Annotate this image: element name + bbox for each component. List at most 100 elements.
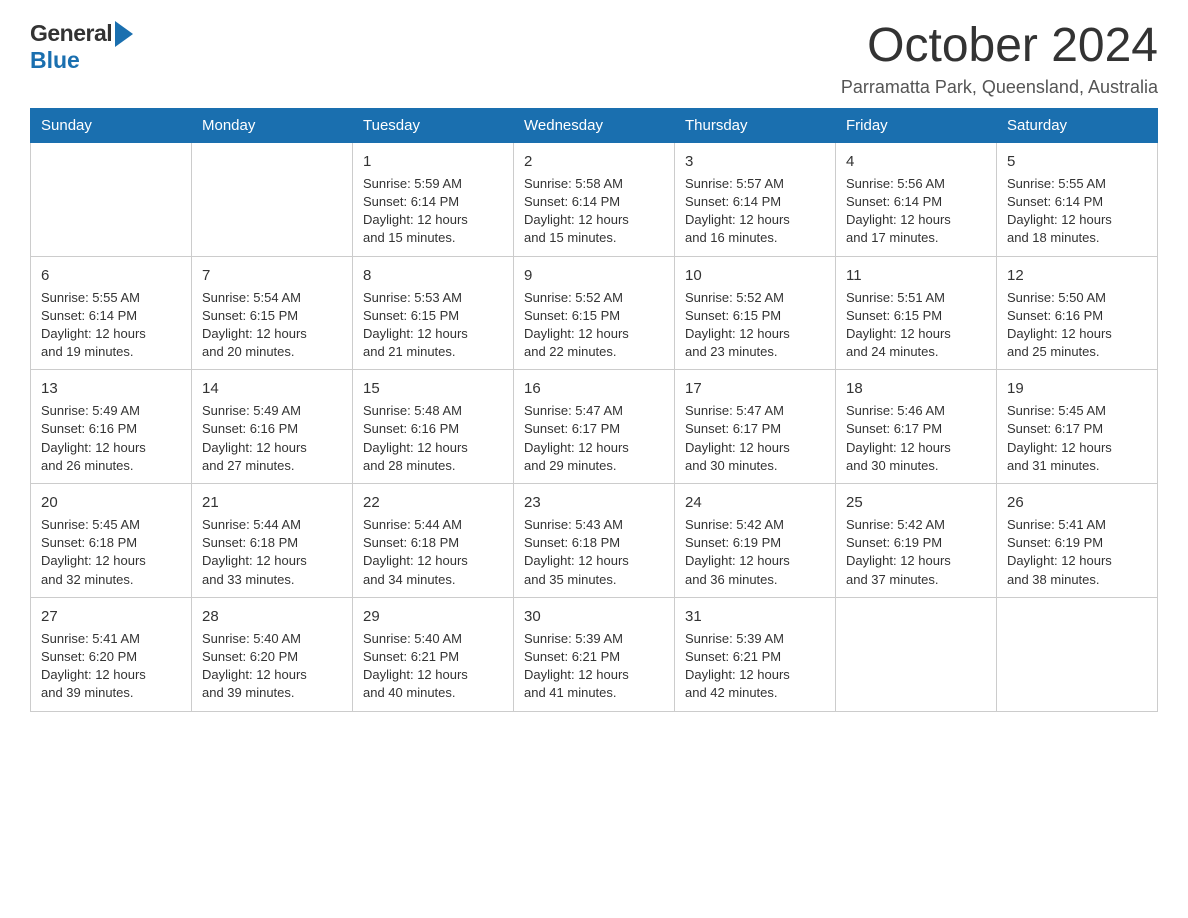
day-info: Sunrise: 5:56 AM Sunset: 6:14 PM Dayligh… [846, 175, 986, 248]
day-header-wednesday: Wednesday [514, 108, 675, 142]
calendar-cell: 4 Sunrise: 5:56 AM Sunset: 6:14 PM Daylig… [836, 142, 997, 256]
day-info: Sunrise: 5:44 AM Sunset: 6:18 PM Dayligh… [202, 516, 342, 589]
calendar-cell: 6 Sunrise: 5:55 AM Sunset: 6:14 PM Daylig… [31, 256, 192, 370]
calendar-cell: 27Sunrise: 5:41 AM Sunset: 6:20 PM Dayli… [31, 597, 192, 711]
day-info: Sunrise: 5:49 AM Sunset: 6:16 PM Dayligh… [41, 402, 181, 475]
day-number: 14 [202, 378, 342, 399]
day-number: 10 [685, 265, 825, 286]
location-subtitle: Parramatta Park, Queensland, Australia [841, 77, 1158, 98]
day-info: Sunrise: 5:44 AM Sunset: 6:18 PM Dayligh… [363, 516, 503, 589]
day-number: 31 [685, 606, 825, 627]
calendar-week-row: 13 Sunrise: 5:49 AM Sunset: 6:16 PM Dayli… [31, 370, 1158, 484]
calendar-week-row: 1 Sunrise: 5:59 AM Sunset: 6:14 PM Daylig… [31, 142, 1158, 256]
day-number: 19 [1007, 378, 1147, 399]
day-number: 3 [685, 151, 825, 172]
day-number: 28 [202, 606, 342, 627]
day-info: Sunrise: 5:55 AM Sunset: 6:14 PM Dayligh… [41, 289, 181, 362]
calendar-cell: 14 Sunrise: 5:49 AM Sunset: 6:16 PM Dayli… [192, 370, 353, 484]
day-info: Sunrise: 5:49 AM Sunset: 6:16 PM Dayligh… [202, 402, 342, 475]
day-number: 22 [363, 492, 503, 513]
calendar-cell: 18 Sunrise: 5:46 AM Sunset: 6:17 PM Dayli… [836, 370, 997, 484]
calendar-cell: 25Sunrise: 5:42 AM Sunset: 6:19 PM Dayli… [836, 484, 997, 598]
day-number: 5 [1007, 151, 1147, 172]
day-info: Sunrise: 5:39 AM Sunset: 6:21 PM Dayligh… [524, 630, 664, 703]
day-number: 6 [41, 265, 181, 286]
day-header-saturday: Saturday [997, 108, 1158, 142]
calendar-cell: 17 Sunrise: 5:47 AM Sunset: 6:17 PM Dayli… [675, 370, 836, 484]
day-info: Sunrise: 5:52 AM Sunset: 6:15 PM Dayligh… [685, 289, 825, 362]
calendar-cell: 7Sunrise: 5:54 AM Sunset: 6:15 PM Daylig… [192, 256, 353, 370]
day-number: 12 [1007, 265, 1147, 286]
day-number: 17 [685, 378, 825, 399]
calendar-cell [192, 142, 353, 256]
day-number: 15 [363, 378, 503, 399]
day-info: Sunrise: 5:51 AM Sunset: 6:15 PM Dayligh… [846, 289, 986, 362]
day-info: Sunrise: 5:52 AM Sunset: 6:15 PM Dayligh… [524, 289, 664, 362]
day-info: Sunrise: 5:57 AM Sunset: 6:14 PM Dayligh… [685, 175, 825, 248]
logo: General Blue [30, 20, 133, 74]
day-info: Sunrise: 5:50 AM Sunset: 6:16 PM Dayligh… [1007, 289, 1147, 362]
calendar-cell [31, 142, 192, 256]
calendar-cell: 8Sunrise: 5:53 AM Sunset: 6:15 PM Daylig… [353, 256, 514, 370]
day-header-friday: Friday [836, 108, 997, 142]
day-number: 24 [685, 492, 825, 513]
day-info: Sunrise: 5:58 AM Sunset: 6:14 PM Dayligh… [524, 175, 664, 248]
day-info: Sunrise: 5:46 AM Sunset: 6:17 PM Dayligh… [846, 402, 986, 475]
day-number: 1 [363, 151, 503, 172]
day-number: 23 [524, 492, 664, 513]
calendar-cell: 9 Sunrise: 5:52 AM Sunset: 6:15 PM Daylig… [514, 256, 675, 370]
day-number: 20 [41, 492, 181, 513]
calendar-week-row: 27Sunrise: 5:41 AM Sunset: 6:20 PM Dayli… [31, 597, 1158, 711]
calendar-cell: 24 Sunrise: 5:42 AM Sunset: 6:19 PM Dayli… [675, 484, 836, 598]
day-number: 30 [524, 606, 664, 627]
day-header-tuesday: Tuesday [353, 108, 514, 142]
day-info: Sunrise: 5:39 AM Sunset: 6:21 PM Dayligh… [685, 630, 825, 703]
day-info: Sunrise: 5:40 AM Sunset: 6:20 PM Dayligh… [202, 630, 342, 703]
day-number: 2 [524, 151, 664, 172]
day-number: 13 [41, 378, 181, 399]
day-info: Sunrise: 5:45 AM Sunset: 6:18 PM Dayligh… [41, 516, 181, 589]
page-header: General Blue October 2024 Parramatta Par… [30, 20, 1158, 98]
calendar-cell: 2 Sunrise: 5:58 AM Sunset: 6:14 PM Daylig… [514, 142, 675, 256]
calendar-cell: 10 Sunrise: 5:52 AM Sunset: 6:15 PM Dayli… [675, 256, 836, 370]
calendar-cell: 23 Sunrise: 5:43 AM Sunset: 6:18 PM Dayli… [514, 484, 675, 598]
calendar-cell: 13 Sunrise: 5:49 AM Sunset: 6:16 PM Dayli… [31, 370, 192, 484]
calendar-cell: 5 Sunrise: 5:55 AM Sunset: 6:14 PM Daylig… [997, 142, 1158, 256]
day-info: Sunrise: 5:41 AM Sunset: 6:20 PM Dayligh… [41, 630, 181, 703]
title-area: October 2024 Parramatta Park, Queensland… [841, 20, 1158, 98]
day-number: 4 [846, 151, 986, 172]
day-number: 9 [524, 265, 664, 286]
day-number: 11 [846, 265, 986, 286]
day-info: Sunrise: 5:43 AM Sunset: 6:18 PM Dayligh… [524, 516, 664, 589]
logo-blue-text: Blue [30, 47, 80, 74]
day-number: 26 [1007, 492, 1147, 513]
day-info: Sunrise: 5:55 AM Sunset: 6:14 PM Dayligh… [1007, 175, 1147, 248]
day-info: Sunrise: 5:47 AM Sunset: 6:17 PM Dayligh… [524, 402, 664, 475]
calendar-cell [997, 597, 1158, 711]
month-title: October 2024 [841, 20, 1158, 73]
calendar-cell: 21 Sunrise: 5:44 AM Sunset: 6:18 PM Dayli… [192, 484, 353, 598]
calendar-cell: 16Sunrise: 5:47 AM Sunset: 6:17 PM Dayli… [514, 370, 675, 484]
calendar-week-row: 20 Sunrise: 5:45 AM Sunset: 6:18 PM Dayli… [31, 484, 1158, 598]
calendar-cell: 15Sunrise: 5:48 AM Sunset: 6:16 PM Dayli… [353, 370, 514, 484]
calendar-cell: 3 Sunrise: 5:57 AM Sunset: 6:14 PM Daylig… [675, 142, 836, 256]
calendar-cell: 20 Sunrise: 5:45 AM Sunset: 6:18 PM Dayli… [31, 484, 192, 598]
logo-general-text: General [30, 20, 112, 47]
logo-triangle-icon [115, 21, 133, 47]
calendar-cell: 30 Sunrise: 5:39 AM Sunset: 6:21 PM Dayli… [514, 597, 675, 711]
day-info: Sunrise: 5:42 AM Sunset: 6:19 PM Dayligh… [846, 516, 986, 589]
calendar-week-row: 6 Sunrise: 5:55 AM Sunset: 6:14 PM Daylig… [31, 256, 1158, 370]
day-info: Sunrise: 5:47 AM Sunset: 6:17 PM Dayligh… [685, 402, 825, 475]
day-number: 18 [846, 378, 986, 399]
day-header-sunday: Sunday [31, 108, 192, 142]
calendar-cell: 22 Sunrise: 5:44 AM Sunset: 6:18 PM Dayli… [353, 484, 514, 598]
calendar-cell: 11 Sunrise: 5:51 AM Sunset: 6:15 PM Dayli… [836, 256, 997, 370]
day-info: Sunrise: 5:42 AM Sunset: 6:19 PM Dayligh… [685, 516, 825, 589]
day-info: Sunrise: 5:59 AM Sunset: 6:14 PM Dayligh… [363, 175, 503, 248]
day-info: Sunrise: 5:45 AM Sunset: 6:17 PM Dayligh… [1007, 402, 1147, 475]
day-number: 29 [363, 606, 503, 627]
calendar-cell: 31 Sunrise: 5:39 AM Sunset: 6:21 PM Dayli… [675, 597, 836, 711]
calendar-cell: 19 Sunrise: 5:45 AM Sunset: 6:17 PM Dayli… [997, 370, 1158, 484]
day-number: 21 [202, 492, 342, 513]
calendar-cell: 29Sunrise: 5:40 AM Sunset: 6:21 PM Dayli… [353, 597, 514, 711]
